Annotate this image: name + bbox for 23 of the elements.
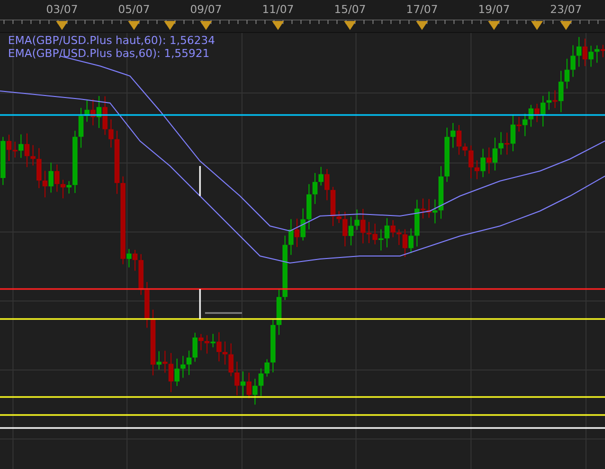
horizontal-marker-line bbox=[205, 312, 242, 314]
legend-text: EMA(GBP/USD.Plus bas,60): 1,55921 bbox=[8, 47, 210, 60]
triangle-marker-icon bbox=[272, 21, 284, 30]
date-label: 11/07 bbox=[262, 3, 294, 17]
date-label: 19/07 bbox=[478, 3, 510, 17]
triangle-marker-icon bbox=[128, 21, 140, 30]
triangle-marker-icon bbox=[416, 21, 428, 30]
triangle-marker-icon bbox=[531, 21, 543, 30]
triangle-marker-icon bbox=[560, 21, 572, 30]
triangle-marker-icon bbox=[164, 21, 176, 30]
triangle-marker-icon bbox=[488, 21, 500, 30]
date-label: 05/07 bbox=[118, 3, 150, 17]
date-label: 23/07 bbox=[550, 3, 582, 17]
date-label: 03/07 bbox=[46, 3, 78, 17]
triangle-marker-icon bbox=[200, 21, 212, 30]
date-label: 15/07 bbox=[334, 3, 366, 17]
legend-text: EMA(GBP/USD.Plus haut,60): 1,56234 bbox=[8, 34, 216, 47]
date-label: 09/07 bbox=[190, 3, 222, 17]
triangle-marker-icon bbox=[344, 21, 356, 30]
vertical-marker-line bbox=[199, 289, 201, 319]
triangle-marker-icon bbox=[56, 21, 68, 30]
vertical-marker-line bbox=[199, 166, 201, 196]
date-label: 17/07 bbox=[406, 3, 438, 17]
